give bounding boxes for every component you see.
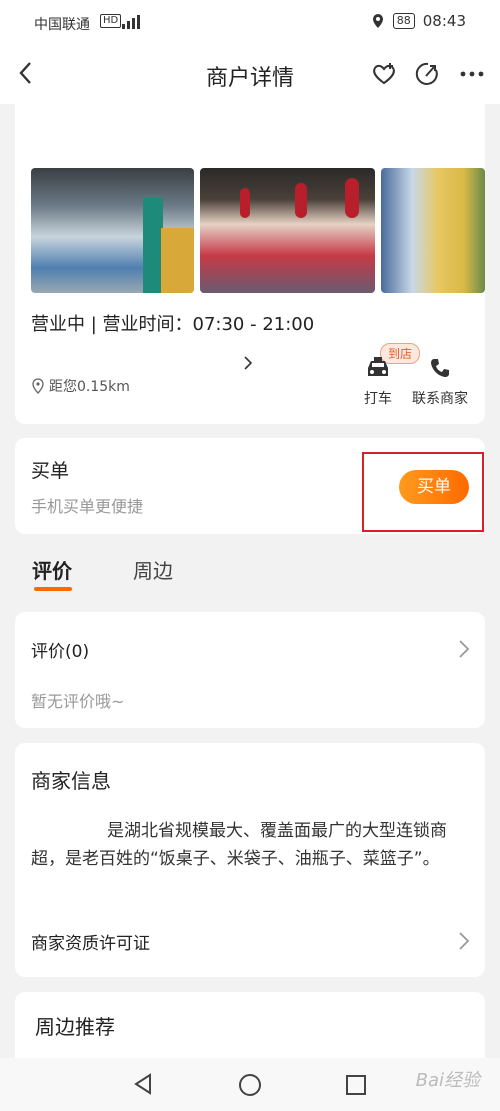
tab-reviews[interactable]: 评价 <box>32 555 72 584</box>
store-photo[interactable] <box>200 168 375 293</box>
contact-merchant-button[interactable]: 联系商家 <box>408 356 472 408</box>
contact-label: 联系商家 <box>412 391 468 407</box>
nav-recents-icon[interactable] <box>345 1074 367 1096</box>
location-pin-icon <box>32 378 44 394</box>
signal-icon <box>122 15 140 29</box>
chevron-right-icon[interactable] <box>242 354 254 372</box>
top-nav: 商户详情 <box>0 46 500 104</box>
distance-text: 距您0.15km <box>49 379 130 395</box>
status-bar: 中国联通 HD 88 08:43 <box>0 0 500 46</box>
nearby-title: 周边推荐 <box>35 1015 115 1039</box>
reviews-title: 评价(0) <box>31 642 90 662</box>
merchant-description-text: 是湖北省规模最大、覆盖面最广的大型连锁商超，是老百姓的“饭桌子、米袋子、油瓶子、… <box>31 821 447 869</box>
pay-title: 买单 <box>31 460 70 482</box>
no-reviews-text: 暂无评价哦~ <box>31 692 125 711</box>
store-photo[interactable] <box>31 168 194 293</box>
store-photo[interactable] <box>381 168 485 293</box>
nav-back-icon[interactable] <box>132 1073 154 1095</box>
business-hours: 营业中 | 营业时间：07:30 - 21:00 <box>31 314 315 335</box>
more-icon[interactable] <box>458 60 486 88</box>
chevron-right-icon[interactable] <box>457 931 471 951</box>
clock: 08:43 <box>422 12 466 30</box>
merchant-info-title: 商家信息 <box>31 769 111 793</box>
nav-home-icon[interactable] <box>238 1073 262 1097</box>
taxi-label: 打车 <box>364 391 392 407</box>
chevron-right-icon[interactable] <box>457 639 471 659</box>
distance-info: 距您0.15km <box>31 376 130 396</box>
carrier-label: 中国联通 <box>34 17 90 33</box>
highlight-box <box>362 452 484 532</box>
taxi-car-icon <box>368 357 388 376</box>
tab-nearby[interactable]: 周边 <box>133 555 173 584</box>
favorite-heart-icon[interactable] <box>370 60 398 88</box>
network-badge: HD <box>100 14 122 28</box>
battery-indicator: 88 <box>392 13 415 29</box>
watermark: Bai经验 <box>415 1070 480 1091</box>
license-link[interactable]: 商家资质许可证 <box>31 929 150 954</box>
merchant-description: 是湖北省规模最大、覆盖面最广的大型连锁商超，是老百姓的“饭桌子、米袋子、油瓶子、… <box>31 817 471 873</box>
pay-subtitle: 手机买单更便捷 <box>31 497 144 516</box>
location-status-icon <box>372 14 383 28</box>
taxi-button[interactable]: 打车 <box>358 356 398 408</box>
phone-icon <box>431 359 449 377</box>
tab-active-indicator <box>34 587 72 591</box>
store-photo-gallery[interactable] <box>31 168 485 293</box>
share-icon[interactable] <box>414 60 442 88</box>
